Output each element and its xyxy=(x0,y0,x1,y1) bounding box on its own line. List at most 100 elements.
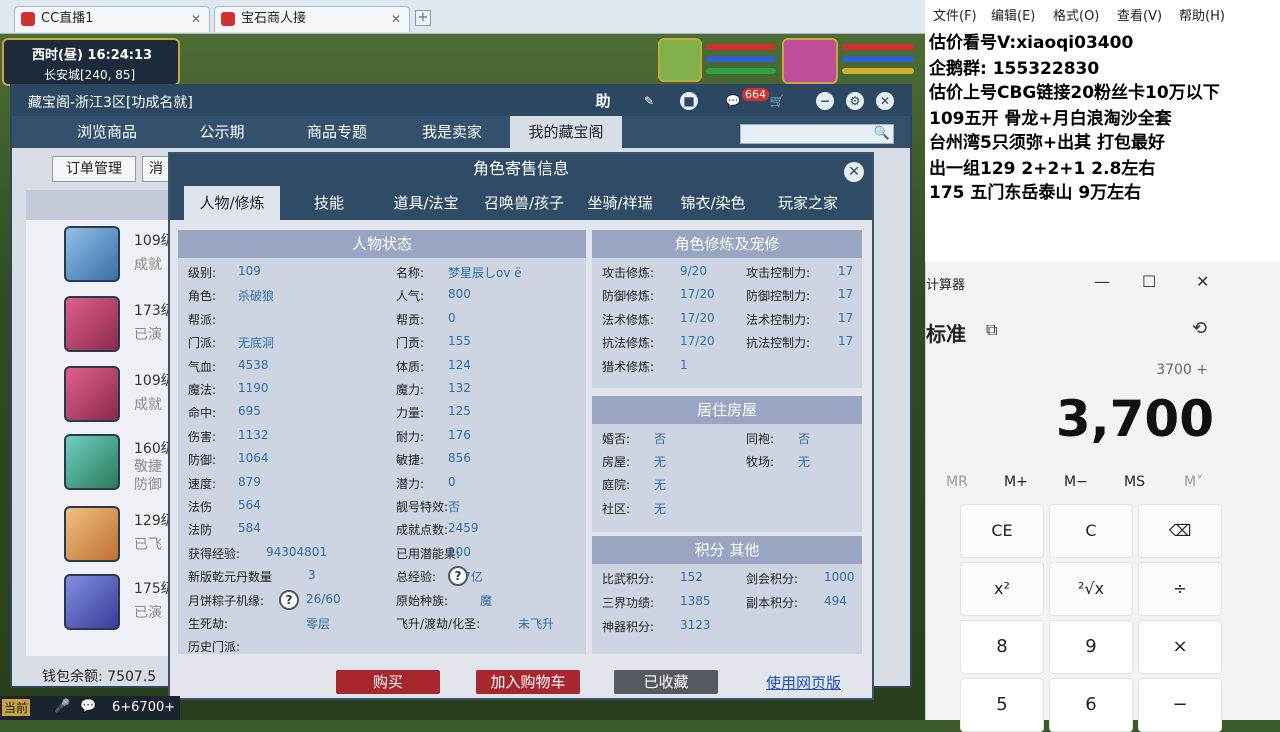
list-item[interactable]: 129级 已飞 xyxy=(26,504,176,572)
row-label: 三界功绩: xyxy=(602,596,655,610)
order-management-button[interactable]: 订单管理 xyxy=(52,156,136,182)
backspace-button[interactable]: ⌫ xyxy=(1138,504,1222,558)
memory-recall-button[interactable]: MR xyxy=(946,474,968,490)
subtract-button[interactable]: − xyxy=(1138,678,1222,732)
memory-list-button[interactable]: M˅ xyxy=(1184,474,1203,490)
tab-skills[interactable]: 技能 xyxy=(284,186,374,220)
clear-entry-button[interactable]: CE xyxy=(960,504,1044,558)
list-item[interactable]: 175级 已演 xyxy=(26,572,176,640)
player-portrait[interactable] xyxy=(782,38,838,84)
tab-outfits[interactable]: 锦衣/染色 xyxy=(668,186,758,220)
notepad-line[interactable]: 估价上号CBG链接20粉丝卡10万以下 xyxy=(929,78,1220,103)
web-version-link[interactable]: 使用网页版 xyxy=(766,672,841,693)
pet-portrait[interactable] xyxy=(658,38,702,82)
calculator-display: 3,700 xyxy=(1055,390,1214,448)
close-tab-icon[interactable]: ✕ xyxy=(191,7,201,31)
digit-9-button[interactable]: 9 xyxy=(1049,620,1133,674)
help-icon[interactable]: ? xyxy=(448,566,468,586)
stat-label: 人气: xyxy=(396,289,425,304)
menu-view[interactable]: 查看(V) xyxy=(1117,5,1162,24)
menu-help[interactable]: 帮助(H) xyxy=(1179,5,1225,24)
tab-home[interactable]: 玩家之家 xyxy=(760,186,856,220)
multiply-button[interactable]: × xyxy=(1138,620,1222,674)
stat-label: 伤害: xyxy=(188,429,217,444)
helper-icon[interactable]: 助 xyxy=(594,92,612,110)
notepad-line[interactable]: 估价看号V:xiaoqi03400 xyxy=(929,28,1133,53)
chat-icon[interactable]: 💬 xyxy=(80,699,96,714)
stat-label: 帮贡: xyxy=(396,312,425,327)
row-value: 17 xyxy=(838,264,854,278)
list-item[interactable]: 160级 敬捷 防御 xyxy=(26,432,176,500)
stat-value: 132 xyxy=(448,381,471,395)
calculator-mode[interactable]: 标准 xyxy=(926,318,966,347)
row-value: 1 xyxy=(680,357,688,372)
menu-format[interactable]: 格式(O) xyxy=(1053,5,1099,24)
stat-label: 耐力: xyxy=(396,429,425,444)
close-icon[interactable]: ✕ xyxy=(1196,272,1209,291)
add-to-cart-button[interactable]: 加入购物车 xyxy=(476,670,580,694)
favorited-button[interactable]: 已收藏 xyxy=(614,670,718,694)
tab-character[interactable]: 人物/修炼 xyxy=(184,186,280,220)
tab-mounts[interactable]: 坐骑/祥瑞 xyxy=(574,186,666,220)
help-icon[interactable]: ? xyxy=(279,590,299,610)
browser-tab-cc-live[interactable]: CC直播1 ✕ xyxy=(14,6,210,32)
memory-store-button[interactable]: MS xyxy=(1124,474,1145,490)
new-tab-button[interactable]: + xyxy=(415,10,431,26)
memory-add-button[interactable]: M+ xyxy=(1004,474,1028,490)
current-channel-label[interactable]: 当前 xyxy=(2,699,31,716)
panel-header: 积分 其他 xyxy=(592,536,862,564)
tab-my-pavilion[interactable]: 我的藏宝阁 xyxy=(510,116,622,148)
search-icon[interactable]: 🔍 xyxy=(874,126,890,141)
list-item[interactable]: 109级 成就 xyxy=(26,364,176,432)
search-input[interactable]: 🔍 xyxy=(740,124,894,144)
digit-8-button[interactable]: 8 xyxy=(960,620,1044,674)
notepad-line[interactable]: 出一组129 2+2+1 2.8左右 xyxy=(929,154,1155,179)
notepad-line[interactable]: 台州湾5只须弥+出其 打包最好 xyxy=(929,128,1165,153)
browser-tab-gem-merchant[interactable]: 宝石商人接 ✕ xyxy=(214,6,410,32)
tab-seller[interactable]: 我是卖家 xyxy=(402,116,502,148)
player-anger-bar xyxy=(842,68,914,74)
stat-label: 潜力: xyxy=(396,476,425,491)
minimize-icon[interactable]: — xyxy=(1094,272,1110,291)
notepad-line[interactable]: 企鹅群: 155322830 xyxy=(929,54,1099,79)
memory-subtract-button[interactable]: M− xyxy=(1064,474,1088,490)
list-item[interactable]: 109级 成就 xyxy=(26,224,176,292)
menu-edit[interactable]: 编辑(E) xyxy=(991,5,1035,24)
stat-label: 靓号特效: xyxy=(396,500,449,514)
hammer-icon[interactable]: ✎ xyxy=(640,92,658,110)
notepad-line[interactable]: 175 五门东岳泰山 9万左右 xyxy=(929,178,1141,203)
close-icon[interactable]: ✕ xyxy=(876,92,894,110)
tab-browse[interactable]: 浏览商品 xyxy=(52,116,162,148)
settings-icon[interactable]: ⚙ xyxy=(846,92,864,110)
buy-button[interactable]: 购买 xyxy=(336,670,440,694)
minimize-icon[interactable]: − xyxy=(816,92,834,110)
chat-icon[interactable]: 💬 xyxy=(724,92,742,110)
tab-public[interactable]: 公示期 xyxy=(172,116,272,148)
tab-label: 宝石商人接 xyxy=(241,11,307,26)
stop-icon[interactable]: ■ xyxy=(680,92,698,110)
list-item[interactable]: 173级 已演 xyxy=(26,294,176,362)
cart-icon[interactable]: 🛒 xyxy=(768,92,786,110)
notepad-line[interactable]: 109五开 骨龙+月白浪淘沙全套 xyxy=(929,104,1172,129)
stat-label: 力量: xyxy=(396,406,425,421)
root-button[interactable]: ²√x xyxy=(1049,562,1133,616)
chat-input-text[interactable]: 6+6700+ xyxy=(112,700,175,715)
stat-label: 新版乾元丹数量 xyxy=(188,570,273,585)
menu-file[interactable]: 文件(F) xyxy=(933,5,977,24)
tab-items[interactable]: 道具/法宝 xyxy=(378,186,474,220)
clear-button[interactable]: C xyxy=(1049,504,1133,558)
keep-on-top-icon[interactable]: ⧉ xyxy=(986,320,997,340)
divide-button[interactable]: ÷ xyxy=(1138,562,1222,616)
microphone-icon[interactable]: 🎤 xyxy=(54,699,70,714)
digit-5-button[interactable]: 5 xyxy=(960,678,1044,732)
row-value: 17 xyxy=(838,287,854,302)
stat-label: 门贡: xyxy=(396,336,425,351)
history-icon[interactable]: ⟲ xyxy=(1192,318,1207,339)
tab-pets[interactable]: 召唤兽/孩子 xyxy=(476,186,572,220)
close-tab-icon[interactable]: ✕ xyxy=(391,7,401,31)
digit-6-button[interactable]: 6 xyxy=(1049,678,1133,732)
square-button[interactable]: x² xyxy=(960,562,1044,616)
maximize-icon[interactable]: ☐ xyxy=(1142,272,1156,291)
tab-topics[interactable]: 商品专题 xyxy=(282,116,392,148)
close-icon[interactable]: ✕ xyxy=(844,162,864,182)
